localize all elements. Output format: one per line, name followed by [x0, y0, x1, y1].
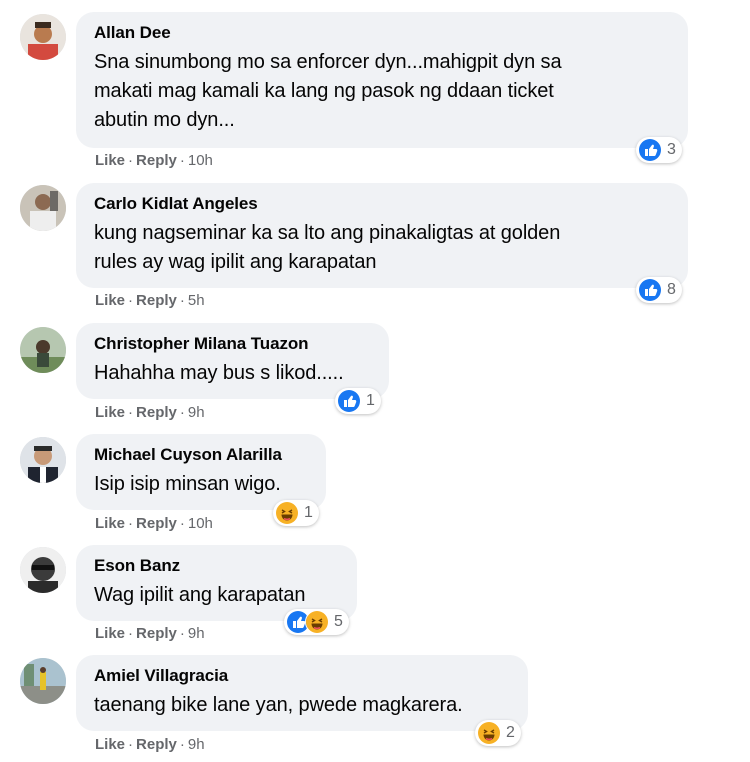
comment-time[interactable]: 10h	[188, 515, 213, 532]
comment-bubble: Allan Dee Sna sinumbong mo sa enforcer d…	[76, 12, 688, 148]
reply-link[interactable]: Reply	[136, 515, 177, 532]
comment-actions: Like · Reply · 5h	[95, 292, 205, 309]
reaction-count: 5	[334, 613, 343, 630]
separator: ·	[128, 625, 134, 642]
reaction-summary[interactable]: 1	[335, 388, 381, 414]
comment-actions: Like · Reply · 9h	[95, 625, 205, 642]
comment-time[interactable]: 10h	[188, 152, 213, 169]
comment-text: Wag ipilit ang karapatan	[94, 584, 306, 606]
avatar[interactable]	[20, 658, 66, 704]
comment-bubble: Carlo Kidlat Angeles kung nagseminar ka …	[76, 183, 688, 288]
avatar[interactable]	[20, 437, 66, 483]
like-link[interactable]: Like	[95, 404, 125, 421]
separator: ·	[128, 152, 134, 169]
like-link[interactable]: Like	[95, 736, 125, 753]
avatar[interactable]	[20, 327, 66, 373]
comment-time[interactable]: 9h	[188, 404, 205, 421]
comment-bubble: Amiel Villagracia taenang bike lane yan,…	[76, 655, 528, 731]
reply-link[interactable]: Reply	[136, 625, 177, 642]
comment-bubble: Christopher Milana Tuazon Hahahha may bu…	[76, 323, 389, 399]
reaction-summary[interactable]: 1	[273, 500, 319, 526]
haha-icon	[477, 721, 501, 745]
separator: ·	[179, 292, 185, 309]
comment-bubble: Michael Cuyson Alarilla Isip isip minsan…	[76, 434, 326, 510]
comment-actions: Like · Reply · 10h	[95, 152, 213, 169]
comment-text: kung nagseminar ka sa lto ang pinakaligt…	[94, 222, 561, 273]
comment-author[interactable]: Christopher Milana Tuazon	[94, 333, 371, 355]
reaction-count: 3	[667, 141, 676, 158]
like-link[interactable]: Like	[95, 152, 125, 169]
comment-time[interactable]: 9h	[188, 736, 205, 753]
reaction-count: 2	[506, 724, 515, 741]
comment-author[interactable]: Eson Banz	[94, 555, 339, 577]
like-link[interactable]: Like	[95, 515, 125, 532]
comment-text: Sna sinumbong mo sa enforcer dyn...mahig…	[94, 51, 562, 131]
reply-link[interactable]: Reply	[136, 736, 177, 753]
separator: ·	[179, 152, 185, 169]
avatar[interactable]	[20, 185, 66, 231]
comment-author[interactable]: Amiel Villagracia	[94, 665, 510, 687]
comment-actions: Like · Reply · 10h	[95, 515, 213, 532]
comment-author[interactable]: Michael Cuyson Alarilla	[94, 444, 308, 466]
haha-icon	[275, 501, 299, 525]
separator: ·	[128, 515, 134, 532]
separator: ·	[128, 404, 134, 421]
reaction-summary[interactable]: 3	[636, 137, 682, 163]
separator: ·	[128, 736, 134, 753]
reply-link[interactable]: Reply	[136, 292, 177, 309]
avatar[interactable]	[20, 547, 66, 593]
comment-actions: Like · Reply · 9h	[95, 404, 205, 421]
comment-author[interactable]: Carlo Kidlat Angeles	[94, 193, 670, 215]
reaction-summary[interactable]: 5	[284, 609, 349, 635]
like-icon	[638, 138, 662, 162]
avatar[interactable]	[20, 14, 66, 60]
reaction-count: 1	[366, 392, 375, 409]
comment-text: Hahahha may bus s likod.....	[94, 362, 344, 384]
comment-author[interactable]: Allan Dee	[94, 22, 670, 44]
comment-time[interactable]: 9h	[188, 625, 205, 642]
separator: ·	[179, 515, 185, 532]
comment-actions: Like · Reply · 9h	[95, 736, 205, 753]
separator: ·	[179, 625, 185, 642]
like-icon	[638, 278, 662, 302]
like-icon	[337, 389, 361, 413]
like-link[interactable]: Like	[95, 625, 125, 642]
reply-link[interactable]: Reply	[136, 152, 177, 169]
separator: ·	[128, 292, 134, 309]
comment-text: taenang bike lane yan, pwede magkarera.	[94, 694, 463, 716]
reaction-summary[interactable]: 8	[636, 277, 682, 303]
haha-icon	[305, 610, 329, 634]
reaction-count: 1	[304, 504, 313, 521]
like-link[interactable]: Like	[95, 292, 125, 309]
reaction-count: 8	[667, 281, 676, 298]
separator: ·	[179, 736, 185, 753]
comment-text: Isip isip minsan wigo.	[94, 473, 281, 495]
reply-link[interactable]: Reply	[136, 404, 177, 421]
separator: ·	[179, 404, 185, 421]
reaction-summary[interactable]: 2	[475, 720, 521, 746]
comment-time[interactable]: 5h	[188, 292, 205, 309]
